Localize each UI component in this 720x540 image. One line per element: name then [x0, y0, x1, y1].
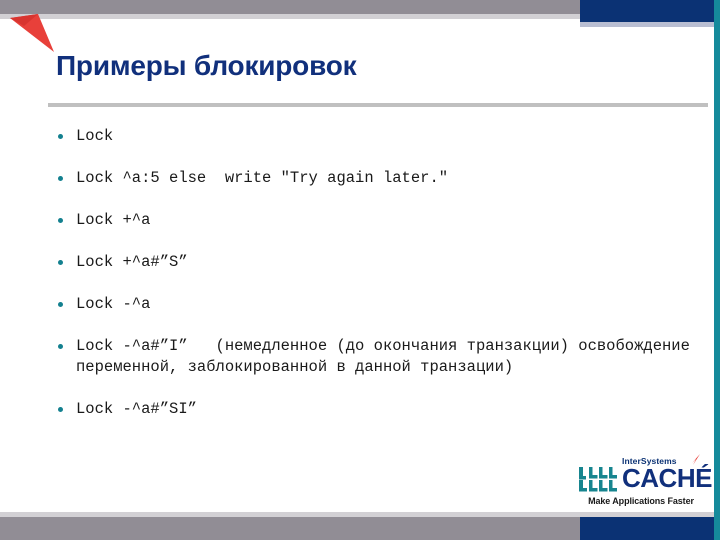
right-teal-edge — [714, 0, 720, 540]
red-arrow-icon — [10, 14, 54, 52]
list-item: Lock ^a:5 else write "Try again later." — [52, 168, 692, 189]
list-item: Lock -^a#”SI” — [52, 399, 692, 420]
top-blue-underline — [580, 22, 714, 27]
top-light-strip — [0, 14, 580, 19]
list-item: Lock -^a — [52, 294, 692, 315]
title-divider — [48, 103, 708, 107]
bottom-blue-bar — [580, 517, 714, 540]
list-item: Lock +^a#”S” — [52, 252, 692, 273]
top-blue-bar — [580, 0, 714, 22]
slide: Примеры блокировок Lock Lock ^a:5 else w… — [0, 0, 720, 540]
logo-tagline-text: Make Applications Faster — [588, 496, 694, 506]
cache-logo-mark-icon — [579, 467, 617, 492]
list-item: Lock -^a#”I” (немедленное (до окончания … — [52, 336, 692, 378]
list-item: Lock +^a — [52, 210, 692, 231]
bullet-list: Lock Lock ^a:5 else write "Try again lat… — [52, 126, 692, 420]
logo-product-text: CACHÉ — [622, 463, 712, 493]
intersystems-cache-logo: InterSystems CACHÉ Make Applications Fas… — [578, 454, 712, 510]
list-item: Lock — [52, 126, 692, 147]
page-title: Примеры блокировок — [56, 50, 357, 81]
